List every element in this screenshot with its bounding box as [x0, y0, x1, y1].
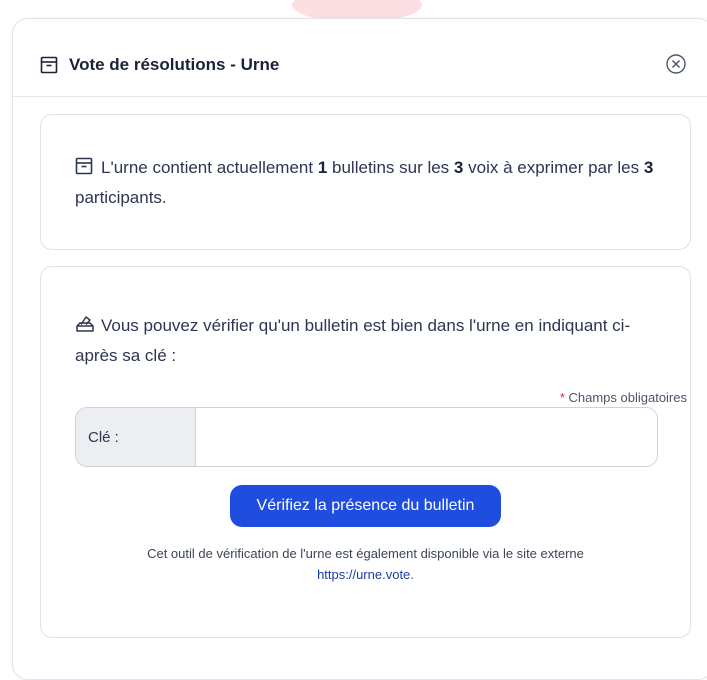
required-fields-text: Champs obligatoires — [564, 390, 687, 405]
footnote-text: Cet outil de vérification de l'urne est … — [147, 546, 584, 561]
archive-box-icon — [75, 157, 93, 175]
key-label: Clé : — [76, 408, 196, 466]
key-input[interactable] — [197, 408, 657, 466]
external-tool-note: Cet outil de vérification de l'urne est … — [41, 543, 690, 585]
modal-header: Vote de résolutions - Urne — [13, 19, 707, 97]
verify-card: Vous pouvez vérifier qu'un bulletin est … — [40, 266, 691, 638]
participant-count: 3 — [643, 158, 654, 177]
archive-box-icon — [40, 56, 58, 74]
verify-intro: Vous pouvez vérifier qu'un bulletin est … — [75, 311, 660, 371]
external-site-link[interactable]: https://urne.vote — [317, 567, 410, 582]
ballot-box-icon — [75, 315, 94, 333]
modal-title: Vote de résolutions - Urne — [69, 55, 280, 74]
urn-status-text-3: voix à exprimer par les — [463, 158, 644, 177]
footnote-end: . — [410, 567, 414, 582]
close-icon[interactable] — [665, 53, 687, 75]
required-fields-note: * Champs obligatoires — [560, 390, 687, 405]
urn-status-text: L'urne contient actuellement 1 bulletins… — [75, 153, 660, 213]
vote-count: 3 — [453, 158, 464, 177]
urn-modal: Vote de résolutions - Urne L'urne contie… — [12, 18, 707, 680]
urn-status-text-2: bulletins sur les — [327, 158, 454, 177]
verify-ballot-button[interactable]: Vérifiez la présence du bulletin — [230, 485, 501, 527]
urn-status-text-1: L'urne contient actuellement — [101, 158, 318, 177]
verify-intro-text: Vous pouvez vérifier qu'un bulletin est … — [75, 316, 631, 365]
ballot-count: 1 — [317, 158, 328, 177]
urn-status-text-4: participants. — [75, 188, 167, 207]
urn-status-card: L'urne contient actuellement 1 bulletins… — [40, 114, 691, 250]
key-input-group: Clé : — [75, 407, 658, 467]
